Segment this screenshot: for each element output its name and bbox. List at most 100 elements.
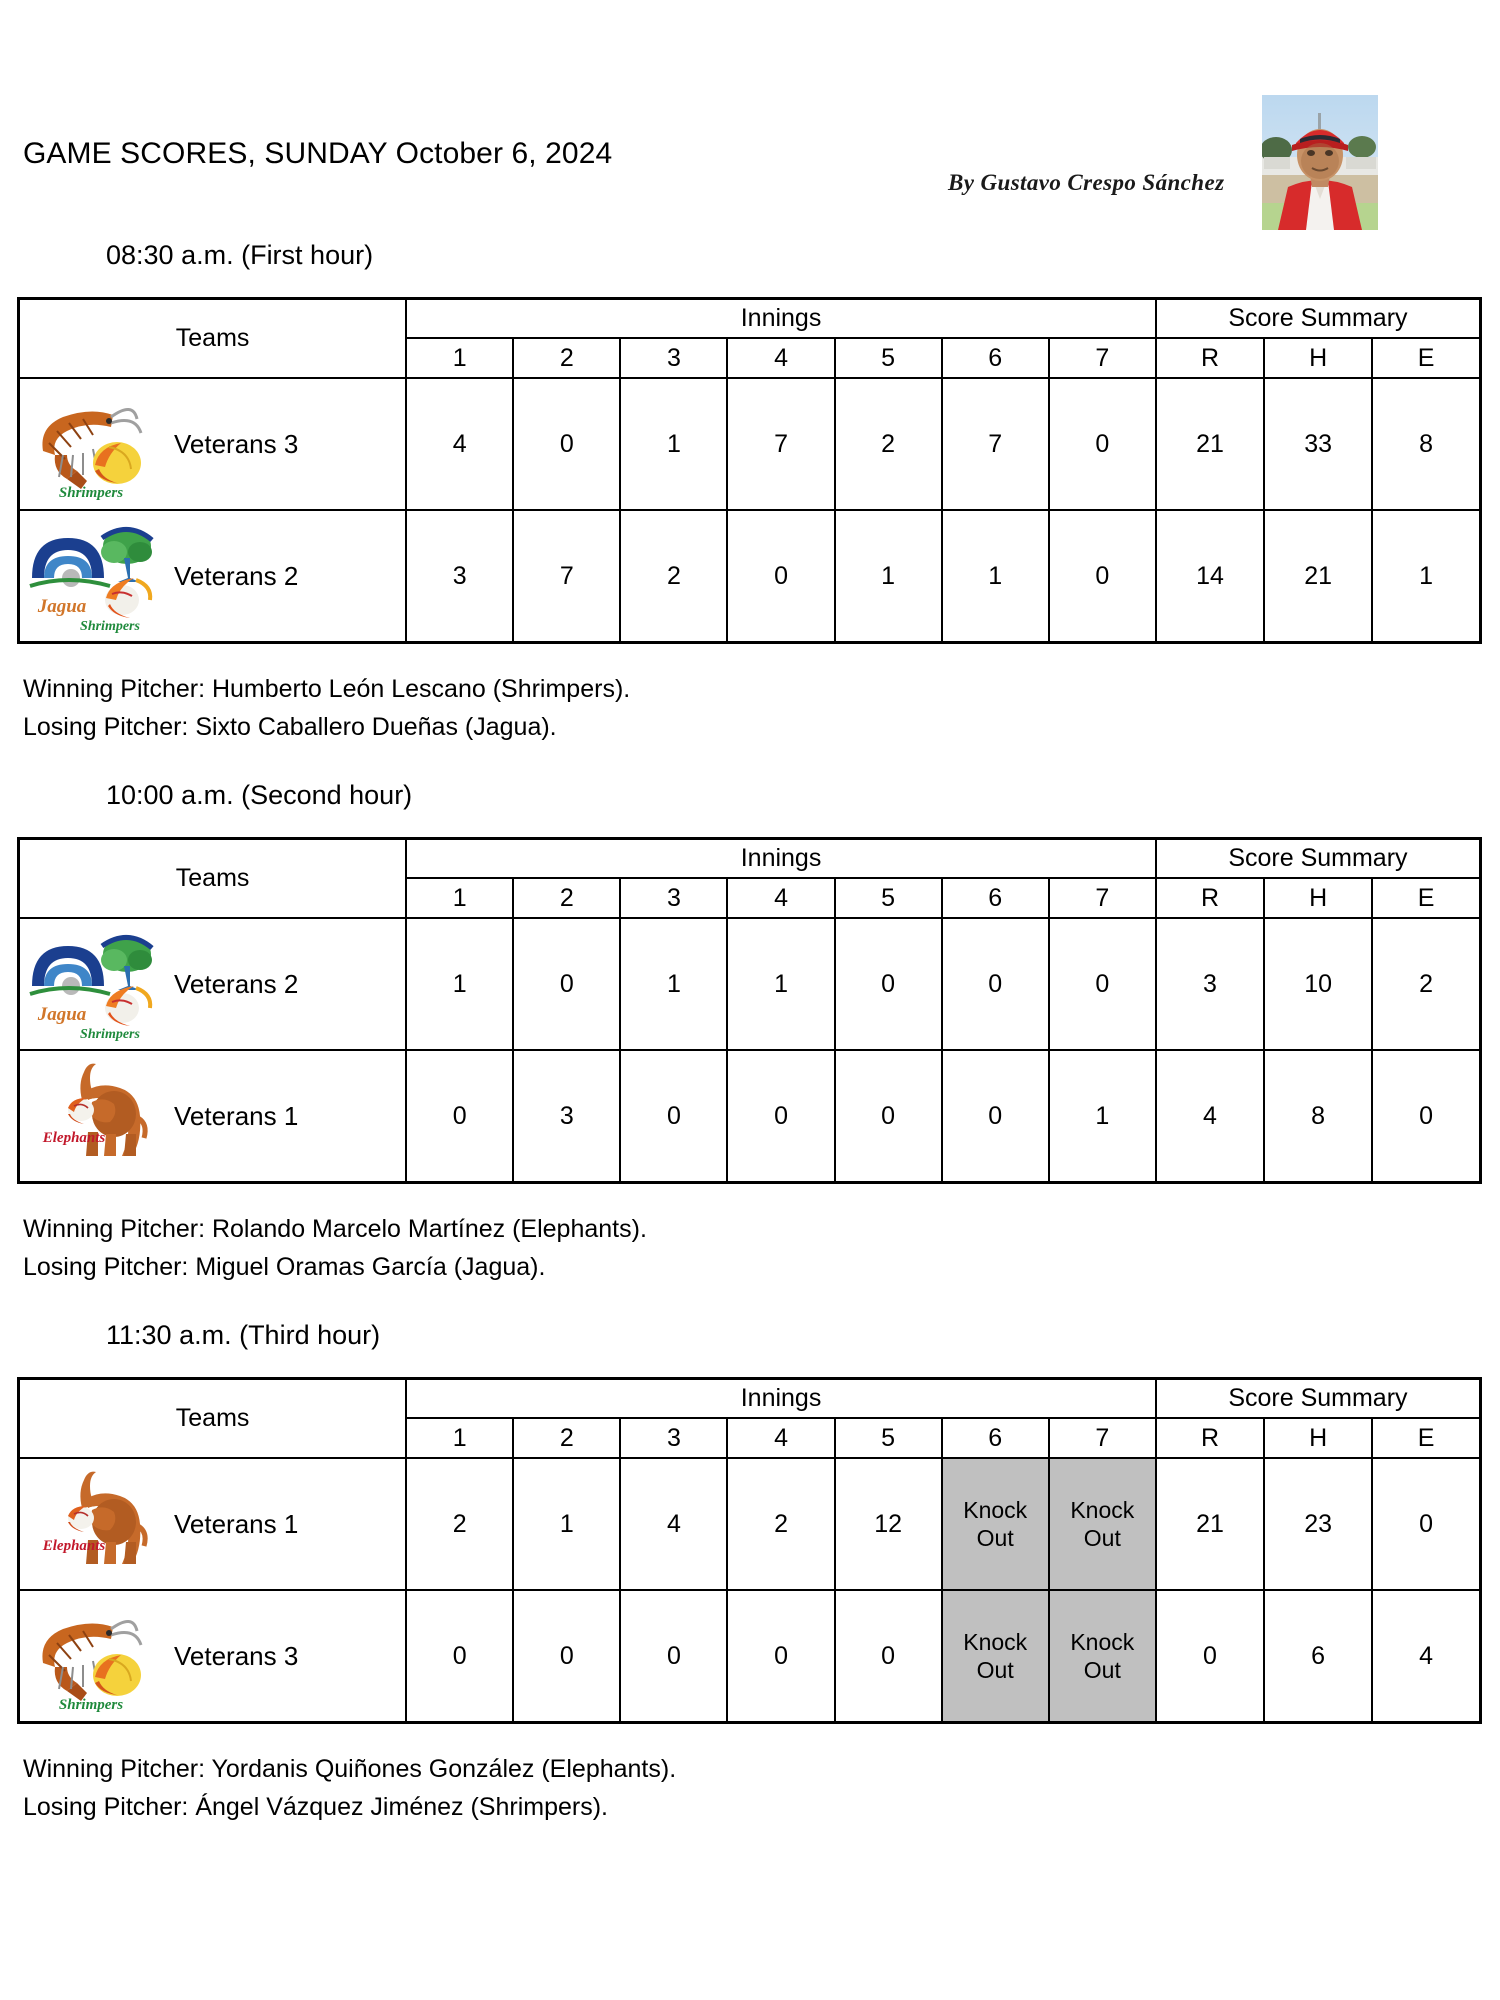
header-runs: R xyxy=(1154,1417,1266,1459)
table-row: Jagua Shrimpers Veterans 2 3 7 2 0 1 1 0 xyxy=(17,509,1482,644)
header-inning-4: 4 xyxy=(726,877,836,919)
inning-score: 1 xyxy=(833,509,943,644)
header-errors: E xyxy=(1371,337,1482,379)
inning-score: 1 xyxy=(726,917,836,1051)
shrimpers-logo-icon: Shrimpers xyxy=(20,381,160,507)
team-name: Veterans 3 xyxy=(174,1640,299,1671)
inning-score: 2 xyxy=(726,1457,836,1591)
svg-text:Shrimpers: Shrimpers xyxy=(80,1027,140,1042)
header-hits: H xyxy=(1263,877,1374,919)
inning-score: 1 xyxy=(1047,1049,1157,1184)
winning-pitcher: Winning Pitcher: Humberto León Lescano (… xyxy=(23,675,631,703)
total-errors: 2 xyxy=(1371,917,1482,1051)
svg-text:Jagua: Jagua xyxy=(37,596,87,617)
header-inning-2: 2 xyxy=(512,1417,622,1459)
total-errors: 0 xyxy=(1371,1457,1482,1591)
table-row: Shrimpers Veterans 3 4 0 1 7 2 7 0 21 33 xyxy=(17,377,1482,511)
svg-text:Shrimpers: Shrimpers xyxy=(59,1697,123,1713)
header-errors: E xyxy=(1371,1417,1482,1459)
inning-score: 1 xyxy=(940,509,1050,644)
inning-score: 0 xyxy=(940,1049,1050,1184)
pitchers-block: Winning Pitcher: Humberto León Lescano (… xyxy=(23,670,1500,746)
header-teams: Teams xyxy=(17,297,408,379)
table-row: Jagua Shrimpers Veterans 2 1 0 1 1 0 0 0 xyxy=(17,917,1482,1051)
inning-score: 1 xyxy=(619,917,729,1051)
jagua-shrimpers-logo-icon: Jagua Shrimpers xyxy=(20,921,160,1047)
team-name: Veterans 2 xyxy=(174,968,299,999)
inning-score: 0 xyxy=(1047,509,1157,644)
losing-pitcher: Losing Pitcher: Ángel Vázquez Jiménez (S… xyxy=(23,1793,608,1821)
score-table-game-2: Teams Innings Score Summary 1 2 3 4 5 6 … xyxy=(17,837,1482,1184)
total-hits: 21 xyxy=(1263,509,1374,644)
header-inning-1: 1 xyxy=(405,1417,515,1459)
table-header-row-top: Teams Innings Score Summary xyxy=(17,837,1482,919)
inning-score: 4 xyxy=(619,1457,729,1591)
inning-score: 0 xyxy=(940,917,1050,1051)
table-row: Shrimpers Veterans 3 0 0 0 0 0 Knock Out… xyxy=(17,1589,1482,1724)
inning-score: 7 xyxy=(512,509,622,644)
inning-score: 0 xyxy=(405,1589,515,1724)
team-cell: Jagua Shrimpers Veterans 2 xyxy=(17,917,408,1051)
inning-score: 1 xyxy=(512,1457,622,1591)
pitchers-block: Winning Pitcher: Yordanis Quiñones Gonzá… xyxy=(23,1750,1500,1826)
header-inning-5: 5 xyxy=(833,337,943,379)
svg-text:Jagua: Jagua xyxy=(37,1004,87,1025)
inning-score: 0 xyxy=(833,1049,943,1184)
game-block-2: 10:00 a.m. (Second hour) Teams Innings S… xyxy=(0,780,1500,1320)
team-cell: Elephants Veterans 1 xyxy=(17,1457,408,1591)
inning-score: 2 xyxy=(619,509,729,644)
header-errors: E xyxy=(1371,877,1482,919)
table-header-row-top: Teams Innings Score Summary xyxy=(17,1377,1482,1459)
header-inning-1: 1 xyxy=(405,337,515,379)
pitchers-block: Winning Pitcher: Rolando Marcelo Martíne… xyxy=(23,1210,1500,1286)
table-row: Elephants Veterans 1 2 1 4 2 12 Knock Ou… xyxy=(17,1457,1482,1591)
inning-score: 0 xyxy=(726,509,836,644)
header-innings: Innings xyxy=(405,297,1157,339)
svg-text:Elephants: Elephants xyxy=(42,1538,106,1554)
header-inning-3: 3 xyxy=(619,337,729,379)
header-inning-7: 7 xyxy=(1047,337,1157,379)
table-header-row-top: Teams Innings Score Summary xyxy=(17,297,1482,379)
inning-score: 7 xyxy=(940,377,1050,511)
header-inning-5: 5 xyxy=(833,1417,943,1459)
inning-score: 7 xyxy=(726,377,836,511)
header-inning-7: 7 xyxy=(1047,877,1157,919)
total-hits: 23 xyxy=(1263,1457,1374,1591)
author-byline: By Gustavo Crespo Sánchez xyxy=(948,170,1225,195)
page-header: GAME SCORES, SUNDAY October 6, 2024 By G… xyxy=(0,0,1500,240)
total-errors: 8 xyxy=(1371,377,1482,511)
header-inning-4: 4 xyxy=(726,337,836,379)
team-cell: Jagua Shrimpers Veterans 2 xyxy=(17,509,408,644)
inning-score: 1 xyxy=(405,917,515,1051)
losing-pitcher: Losing Pitcher: Sixto Caballero Dueñas (… xyxy=(23,713,557,741)
team-name: Veterans 3 xyxy=(174,428,299,459)
header-inning-3: 3 xyxy=(619,877,729,919)
header-inning-7: 7 xyxy=(1047,1417,1157,1459)
header-innings: Innings xyxy=(405,1377,1157,1419)
header-inning-4: 4 xyxy=(726,1417,836,1459)
total-runs: 0 xyxy=(1154,1589,1266,1724)
inning-score: 2 xyxy=(833,377,943,511)
game-block-3: 11:30 a.m. (Third hour) Teams Innings Sc… xyxy=(0,1320,1500,1826)
header-inning-6: 6 xyxy=(940,1417,1050,1459)
total-hits: 8 xyxy=(1263,1049,1374,1184)
header-hits: H xyxy=(1263,337,1374,379)
elephants-logo-icon: Elephants xyxy=(20,1053,160,1179)
inning-score: 12 xyxy=(833,1457,943,1591)
header-score-summary: Score Summary xyxy=(1154,1377,1482,1419)
knock-out-cell: Knock Out xyxy=(940,1457,1050,1591)
total-hits: 6 xyxy=(1263,1589,1374,1724)
team-name: Veterans 1 xyxy=(174,1508,299,1539)
inning-score: 0 xyxy=(405,1049,515,1184)
winning-pitcher: Winning Pitcher: Yordanis Quiñones Gonzá… xyxy=(23,1755,677,1783)
header-inning-2: 2 xyxy=(512,337,622,379)
inning-score: 4 xyxy=(405,377,515,511)
team-cell: Shrimpers Veterans 3 xyxy=(17,377,408,511)
score-table-game-3: Teams Innings Score Summary 1 2 3 4 5 6 … xyxy=(17,1377,1482,1724)
header-runs: R xyxy=(1154,337,1266,379)
table-row: Elephants Veterans 1 0 3 0 0 0 0 1 4 8 0 xyxy=(17,1049,1482,1184)
game-time-heading: 10:00 a.m. (Second hour) xyxy=(106,780,413,810)
inning-score: 0 xyxy=(512,377,622,511)
total-runs: 21 xyxy=(1154,1457,1266,1591)
team-name: Veterans 1 xyxy=(174,1100,299,1131)
